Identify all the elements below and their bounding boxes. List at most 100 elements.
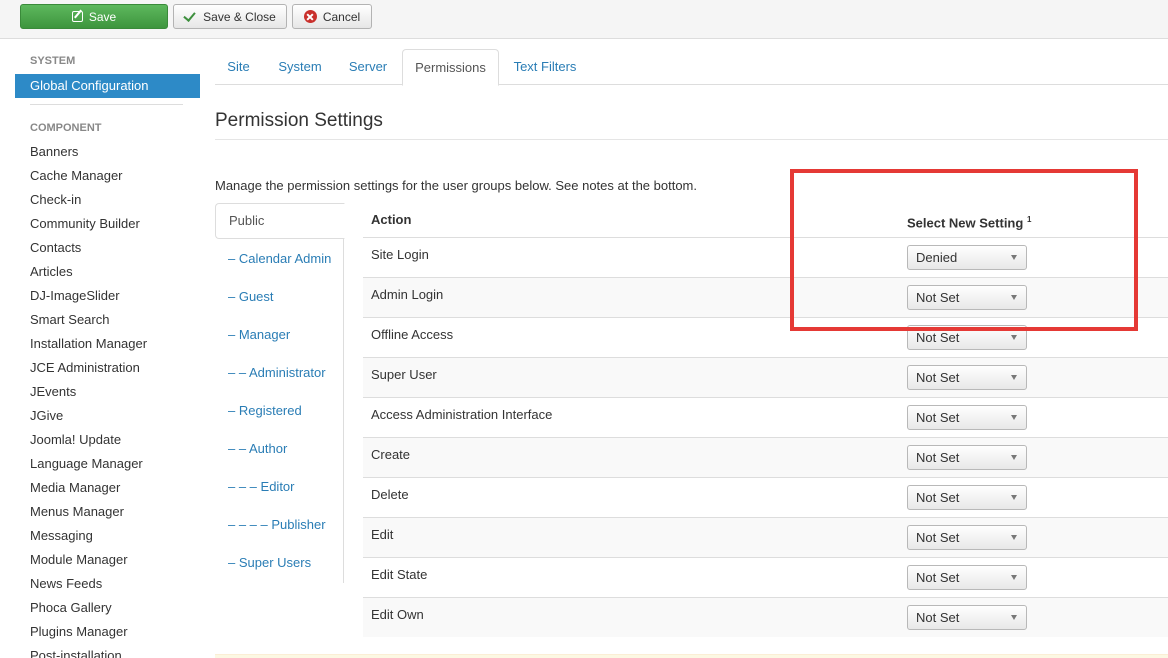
sidebar-item[interactable]: News Feeds [30,572,147,596]
sidebar-item[interactable]: Cache Manager [30,164,147,188]
save-close-button-label: Save & Close [203,9,276,24]
group-tab[interactable]: – Super Users [228,553,331,591]
sidebar-item[interactable]: Media Manager [30,476,147,500]
sidebar-item[interactable]: DJ-ImageSlider [30,284,147,308]
save-close-button[interactable]: Save & Close [173,4,287,29]
action-label: Access Administration Interface [371,407,553,422]
notes-panel [215,654,1168,658]
user-group-tabs: Public – Calendar Admin – Guest – Manage… [215,203,345,583]
action-label: Delete [371,487,409,502]
group-tab[interactable]: – – Author [228,439,331,477]
column-header-setting: Select New Setting 1 [907,203,1031,237]
sidebar-item[interactable]: Module Manager [30,548,147,572]
sidebar-item[interactable]: Menus Manager [30,500,147,524]
sidebar-item[interactable]: Messaging [30,524,147,548]
action-label: Admin Login [371,287,444,302]
setting-value: Not Set [916,410,960,425]
group-tab[interactable]: – – – – Publisher [228,515,331,553]
tab-text-filters[interactable]: Text Filters [505,49,585,85]
table-row: Delete Not Set [363,477,1168,517]
sidebar: SYSTEM Global Configuration COMPONENT Ba… [15,39,200,658]
action-label: Edit [371,527,394,542]
setting-value: Not Set [916,570,960,585]
sidebar-item[interactable]: Joomla! Update [30,428,147,452]
chevron-down-icon [1011,535,1017,540]
sidebar-item-global-configuration[interactable]: Global Configuration [15,74,200,98]
sidebar-item[interactable]: Post-installation [30,644,147,658]
group-tab-public[interactable]: Public [215,203,345,239]
group-tab[interactable]: – Calendar Admin [228,249,331,287]
sidebar-item[interactable]: JCE Administration [30,356,147,380]
setting-value: Not Set [916,290,960,305]
sidebar-heading-system: SYSTEM [30,55,76,67]
setting-select[interactable]: Not Set [907,285,1027,310]
cancel-button[interactable]: Cancel [292,4,372,29]
sidebar-item[interactable]: Community Builder [30,212,147,236]
tab-permissions[interactable]: Permissions [402,49,499,86]
table-row: Edit Not Set [363,517,1168,557]
action-label: Site Login [371,247,429,262]
table-row: Edit Own Not Set [363,597,1168,637]
setting-value: Not Set [916,610,960,625]
toolbar: Save Save & Close Cancel [0,0,1168,39]
setting-select[interactable]: Denied [907,245,1027,270]
chevron-down-icon [1011,575,1017,580]
edit-icon [71,11,83,22]
action-label: Offline Access [371,327,454,342]
setting-value: Denied [916,250,958,265]
chevron-down-icon [1011,295,1017,300]
table-row: Offline Access Not Set [363,317,1168,357]
setting-value: Not Set [916,530,960,545]
page-title: Permission Settings [215,110,383,131]
setting-select[interactable]: Not Set [907,405,1027,430]
config-tabs: Site System Server Permissions Text Filt… [215,49,1168,86]
setting-value: Not Set [916,330,960,345]
title-divider [215,139,1168,140]
table-row: Access Administration Interface Not Set [363,397,1168,437]
setting-select[interactable]: Not Set [907,365,1027,390]
sidebar-component-list: Banners Cache Manager Check-in Community… [30,140,147,658]
sidebar-item[interactable]: Installation Manager [30,332,147,356]
intro-text: Manage the permission settings for the u… [215,178,698,193]
sidebar-item[interactable]: JGive [30,404,147,428]
column-header-action: Action [371,212,412,227]
setting-select[interactable]: Not Set [907,325,1027,350]
group-tab[interactable]: – Guest [228,287,331,325]
sidebar-item[interactable]: Banners [30,140,147,164]
setting-select[interactable]: Not Set [907,565,1027,590]
sidebar-item[interactable]: Smart Search [30,308,147,332]
sidebar-item[interactable]: Plugins Manager [30,620,147,644]
table-row: Super User Not Set [363,357,1168,397]
group-tab[interactable]: – – Administrator [228,363,331,401]
chevron-down-icon [1011,255,1017,260]
save-button[interactable]: Save [20,4,168,29]
tab-server[interactable]: Server [339,49,397,85]
chevron-down-icon [1011,375,1017,380]
footnote-marker: 1 [1026,215,1032,224]
sidebar-item[interactable]: Check-in [30,188,147,212]
group-tab[interactable]: – Registered [228,401,331,439]
setting-select[interactable]: Not Set [907,525,1027,550]
table-row: Edit State Not Set [363,557,1168,597]
sidebar-item[interactable]: JEvents [30,380,147,404]
setting-select[interactable]: Not Set [907,605,1027,630]
check-icon [184,10,197,23]
sidebar-divider [30,104,183,105]
sidebar-item[interactable]: Contacts [30,236,147,260]
sidebar-item[interactable]: Language Manager [30,452,147,476]
chevron-down-icon [1011,455,1017,460]
setting-select[interactable]: Not Set [907,445,1027,470]
table-row: Admin Login Not Set [363,277,1168,317]
action-label: Edit Own [371,607,424,622]
save-button-label: Save [88,9,117,24]
tab-site[interactable]: Site [215,49,262,85]
group-tab[interactable]: – – – Editor [228,477,331,515]
sidebar-item[interactable]: Phoca Gallery [30,596,147,620]
sidebar-item[interactable]: Articles [30,260,147,284]
setting-select[interactable]: Not Set [907,485,1027,510]
setting-value: Not Set [916,450,960,465]
tab-system[interactable]: System [268,49,332,85]
group-list: – Calendar Admin – Guest – Manager – – A… [228,249,331,591]
group-tab[interactable]: – Manager [228,325,331,363]
column-header-setting-label: Select New Setting [907,215,1024,231]
